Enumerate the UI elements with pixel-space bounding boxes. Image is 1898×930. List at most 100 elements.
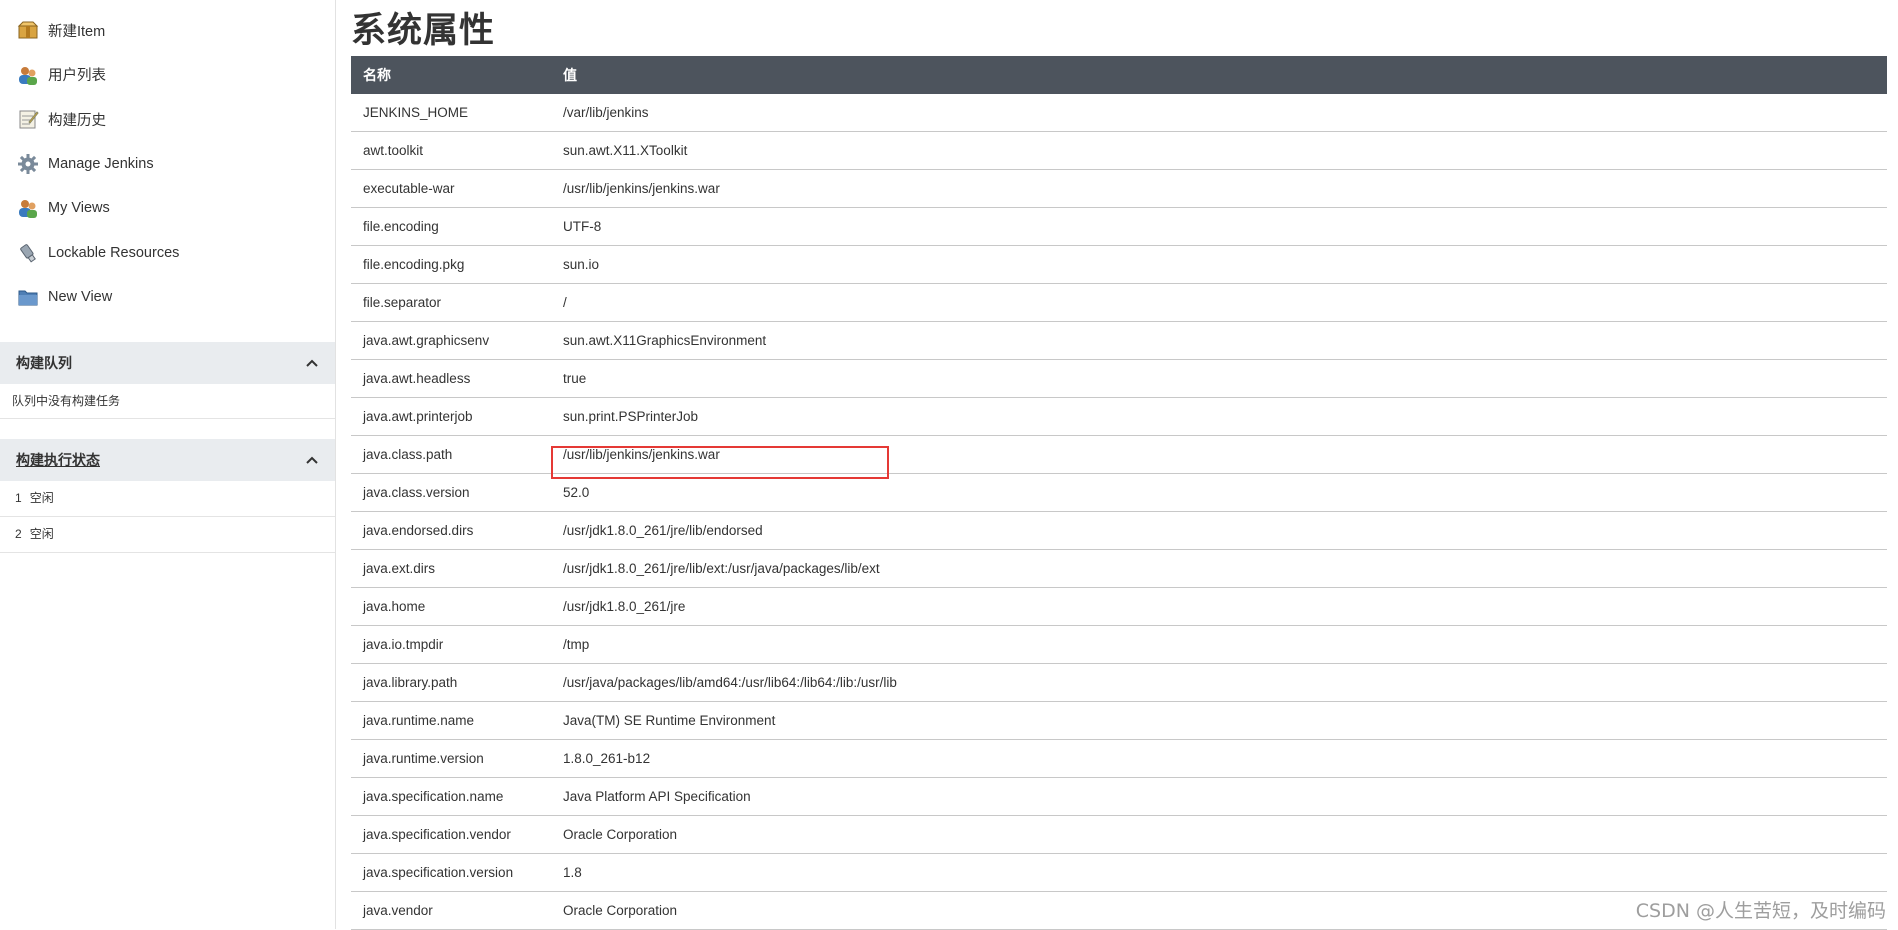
- sidebar-item-new-view[interactable]: New View: [0, 275, 335, 320]
- table-row: file.encoding UTF-8: [351, 207, 1887, 246]
- table-row: java.runtime.name Java(TM) SE Runtime Env…: [351, 701, 1887, 740]
- table-body: JENKINS_HOME/var/lib/jenkins awt.toolkit s…: [351, 94, 1887, 930]
- table-row: java.ext.dirs/usr/jdk1.8.0_261/jre/lib/e…: [351, 549, 1887, 588]
- property-name: JENKINS_HOME: [351, 94, 549, 132]
- property-value: Oracle Corporation: [549, 815, 1887, 854]
- build-queue-empty-text: 队列中没有构建任务: [0, 384, 335, 419]
- property-name: java.io.tmpdir: [351, 625, 549, 664]
- property-name: java.awt.headless: [351, 359, 549, 398]
- package-icon: [16, 18, 40, 42]
- build-queue-title: 构建队列: [16, 354, 72, 371]
- table-row: java.awt.graphicsenv sun.awt.X11GraphicsE…: [351, 321, 1887, 360]
- chevron-up-icon[interactable]: [305, 452, 319, 468]
- property-value: sun.io: [549, 245, 1887, 284]
- property-value: Java Platform API Specification: [549, 777, 1887, 816]
- table-row: java.runtime.version 1.8.0_261-b12: [351, 739, 1887, 778]
- executor-number: 1: [15, 490, 22, 505]
- build-queue-panel: 构建队列 队列中没有构建任务: [0, 341, 335, 419]
- sidebar-item-label: 构建历史: [48, 112, 106, 129]
- main-content: 系统属性 名称 值 JENKINS_HOME/var/lib/jenkins aw…: [351, 0, 1887, 930]
- build-queue-header[interactable]: 构建队列: [0, 341, 335, 384]
- property-name: java.class.version: [351, 473, 549, 512]
- table-row: JENKINS_HOME/var/lib/jenkins: [351, 94, 1887, 132]
- sidebar-item-label: New View: [48, 289, 113, 306]
- sidebar-item-my-views[interactable]: My Views: [0, 186, 335, 231]
- property-name: java.ext.dirs: [351, 549, 549, 588]
- sidebar-item-label: My Views: [48, 200, 110, 217]
- chevron-up-icon[interactable]: [305, 355, 319, 371]
- column-header-value: 值: [563, 67, 577, 83]
- property-value: 1.8: [549, 853, 1887, 892]
- sidebar: 新建Item 用户列表 构建历史 Manage Jenkins My Views: [0, 0, 336, 929]
- sidebar-item-label: Lockable Resources: [48, 244, 180, 261]
- property-name: java.specification.version: [351, 853, 549, 892]
- table-row: java.class.version 52.0: [351, 473, 1887, 512]
- property-value: /usr/jdk1.8.0_261/jre: [549, 587, 1887, 626]
- table-row: java.awt.headless true: [351, 359, 1887, 398]
- sidebar-item-lockable-resources[interactable]: Lockable Resources: [0, 231, 335, 276]
- sidebar-nav: 新建Item 用户列表 构建历史 Manage Jenkins My Views: [0, 0, 335, 320]
- executor-status-header[interactable]: 构建执行状态: [0, 438, 335, 481]
- table-row: java.home/usr/jdk1.8.0_261/jre: [351, 587, 1887, 626]
- property-name: java.awt.printerjob: [351, 397, 549, 436]
- column-header-name: 名称: [363, 67, 391, 83]
- property-value: sun.print.PSPrinterJob: [549, 397, 1887, 436]
- property-value: sun.awt.X11.XToolkit: [549, 131, 1887, 170]
- property-name: executable-war: [351, 169, 549, 208]
- property-name: file.encoding.pkg: [351, 245, 549, 284]
- property-value: true: [549, 359, 1887, 398]
- property-value: /usr/lib/jenkins/jenkins.war: [549, 435, 1887, 479]
- table-row: executable-war/usr/lib/jenkins/jenkins.w…: [351, 169, 1887, 208]
- executor-row: 2 空闲: [0, 517, 335, 553]
- sidebar-item-label: 新建Item: [48, 23, 106, 40]
- table-row: java.awt.printerjob sun.print.PSPrinterJo…: [351, 397, 1887, 436]
- table-header-row: 名称 值: [351, 56, 1887, 94]
- property-value: /usr/java/packages/lib/amd64:/usr/lib64:…: [549, 663, 1887, 702]
- property-name: awt.toolkit: [351, 131, 549, 170]
- table-row: java.library.path/usr/java/packages/lib/…: [351, 663, 1887, 702]
- table-row: java.io.tmpdir/tmp: [351, 625, 1887, 664]
- notepad-icon: [16, 107, 40, 131]
- table-row: java.specification.name Java Platform API…: [351, 777, 1887, 816]
- table-row: file.separator /: [351, 283, 1887, 322]
- executor-status: 空闲: [29, 526, 54, 541]
- folder-icon: [16, 285, 40, 309]
- property-value: UTF-8: [549, 207, 1887, 246]
- property-name: file.separator: [351, 283, 549, 322]
- table-row: java.specification.version 1.8: [351, 853, 1887, 892]
- property-name: java.class.path: [351, 435, 549, 474]
- sidebar-item-build-history[interactable]: 构建历史: [0, 97, 335, 142]
- table-row: java.endorsed.dirs/usr/jdk1.8.0_261/jre/…: [351, 511, 1887, 550]
- executor-status: 空闲: [29, 490, 54, 505]
- property-name: file.encoding: [351, 207, 549, 246]
- property-value: /usr/lib/jenkins/jenkins.war: [549, 169, 1887, 208]
- usb-icon: [16, 241, 40, 265]
- property-name: java.vendor: [351, 891, 549, 930]
- executor-status-title[interactable]: 构建执行状态: [16, 450, 100, 470]
- property-value: /tmp: [549, 625, 1887, 664]
- sidebar-item-label: Manage Jenkins: [48, 155, 154, 172]
- table-row: file.encoding.pkg sun.io: [351, 245, 1887, 284]
- sidebar-item-users[interactable]: 用户列表: [0, 53, 335, 98]
- users-icon: [16, 63, 40, 87]
- property-name: java.library.path: [351, 663, 549, 702]
- property-name: java.specification.name: [351, 777, 549, 816]
- table-row: awt.toolkit sun.awt.X11.XToolkit: [351, 131, 1887, 170]
- page-title: 系统属性: [351, 11, 496, 51]
- sidebar-item-label: 用户列表: [48, 68, 106, 85]
- property-name: java.endorsed.dirs: [351, 511, 549, 550]
- executor-row: 1 空闲: [0, 481, 335, 517]
- sidebar-item-new-item[interactable]: 新建Item: [0, 8, 335, 53]
- property-value: /: [549, 283, 1887, 322]
- property-name: java.home: [351, 587, 549, 626]
- property-name: java.runtime.name: [351, 701, 549, 740]
- users-icon: [16, 196, 40, 220]
- highlighted-value: /usr/lib/jenkins/jenkins.war: [551, 446, 889, 479]
- property-value: /usr/jdk1.8.0_261/jre/lib/endorsed: [549, 511, 1887, 550]
- table-row: java.specification.vendor Oracle Corporat…: [351, 815, 1887, 854]
- highlight-box: [551, 446, 889, 479]
- property-name: java.specification.vendor: [351, 815, 549, 854]
- property-name: java.runtime.version: [351, 739, 549, 778]
- table-row: java.class.path/usr/lib/jenkins/jenkins.…: [351, 435, 1887, 479]
- sidebar-item-manage-jenkins[interactable]: Manage Jenkins: [0, 142, 335, 187]
